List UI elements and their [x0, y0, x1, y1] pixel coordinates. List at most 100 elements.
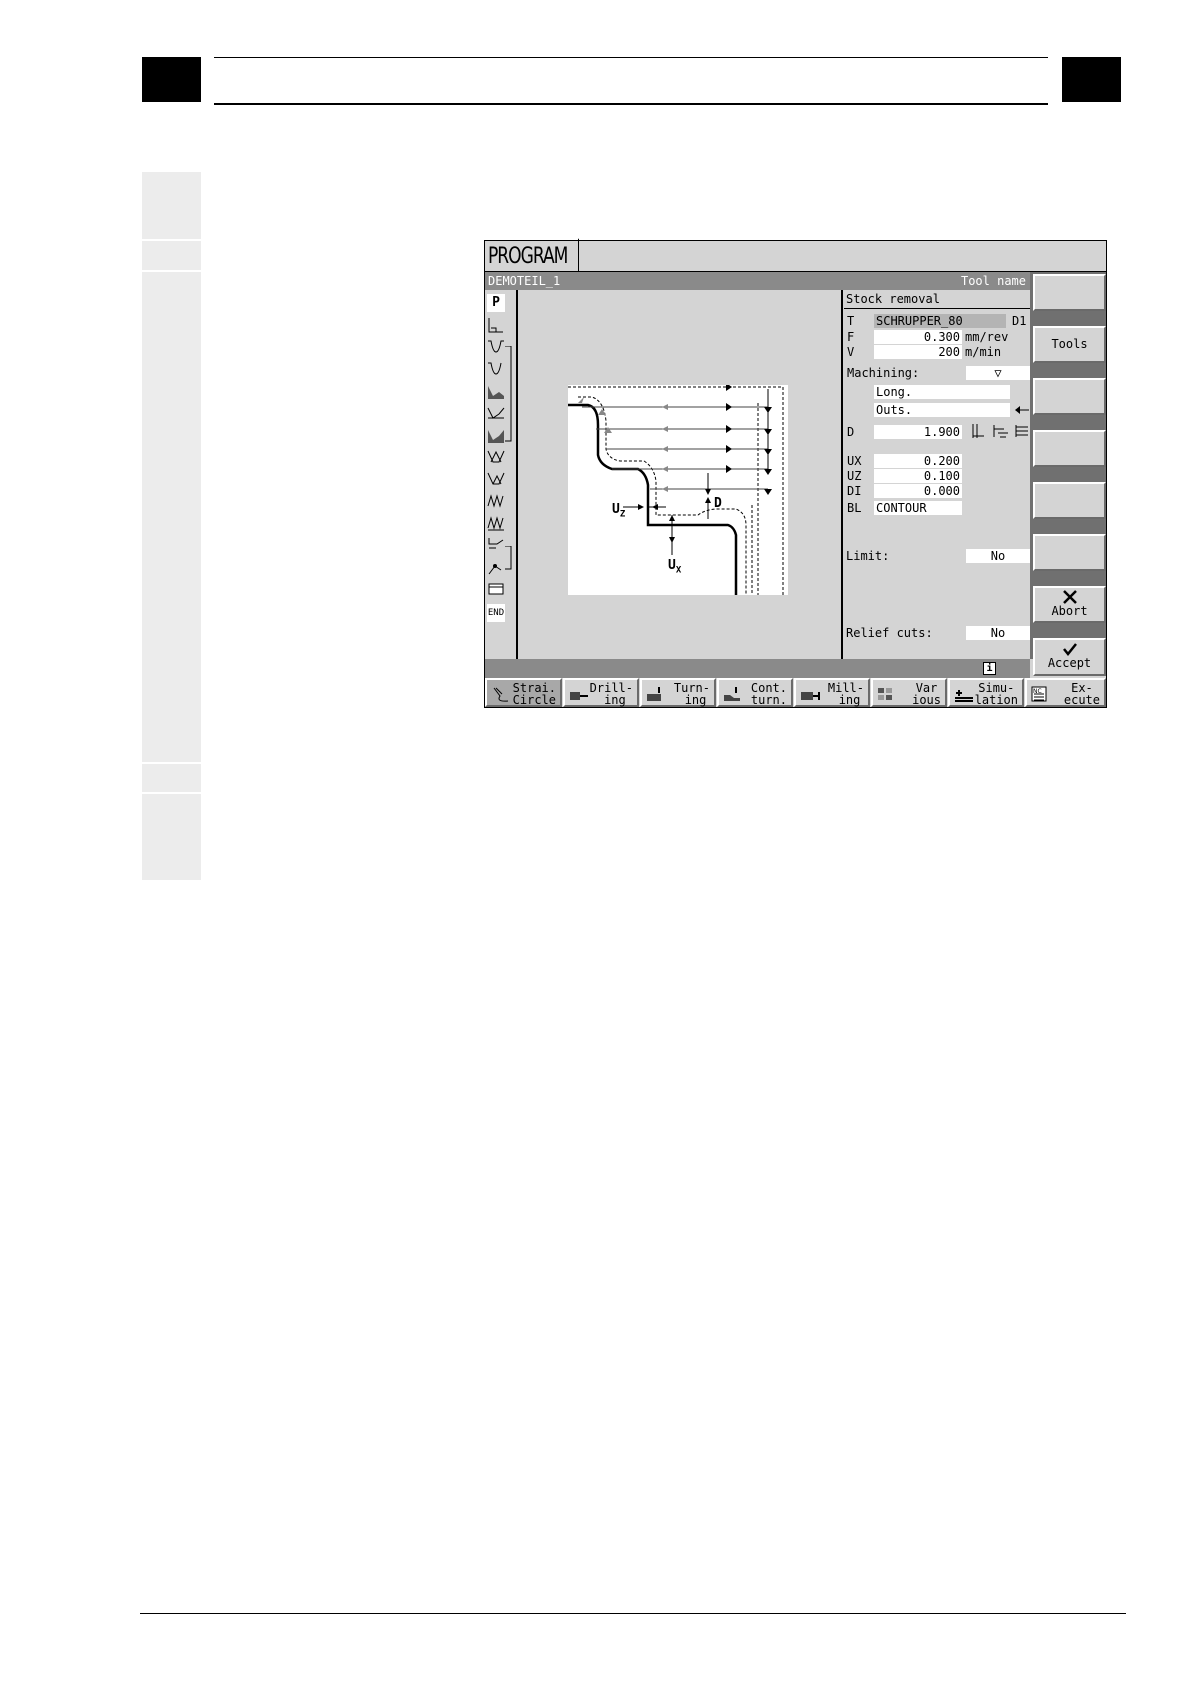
machining-mode-field[interactable]: Long.: [874, 385, 1010, 399]
infeed-mode-icons[interactable]: [970, 423, 1030, 439]
softkey-v4[interactable]: [1033, 430, 1106, 467]
groove-icon[interactable]: [487, 338, 505, 356]
x-icon: [1062, 590, 1077, 604]
title-bar: PROGRAM: [485, 238, 1106, 274]
check-icon: [1062, 643, 1077, 656]
milling-icon: [801, 692, 820, 700]
parameter-form: Stock removal T SCHRUPPER_80 D1 F 0.300 …: [844, 290, 1031, 659]
nc-execute-icon: NC: [1031, 686, 1047, 702]
various-icon: [878, 688, 892, 700]
speed-field[interactable]: 200: [874, 345, 962, 359]
milling-softkey[interactable]: Mill- ing: [794, 678, 870, 707]
limit-label: Limit:: [846, 549, 890, 563]
d-param-label: D: [847, 425, 855, 439]
arrow-left-icon: [1015, 406, 1029, 414]
line-circle-icon: [493, 687, 509, 702]
limit-select[interactable]: No: [966, 549, 1030, 563]
blank-field[interactable]: CONTOUR: [874, 501, 962, 515]
undercut-icon-2[interactable]: [487, 404, 505, 422]
machining-label: Machining:: [847, 366, 920, 380]
contour-icon[interactable]: [487, 558, 505, 576]
contour-turning-softkey[interactable]: Cont. turn.: [717, 678, 793, 707]
tools-softkey[interactable]: Tools: [1033, 326, 1106, 363]
cut-off-icon[interactable]: [487, 536, 505, 554]
v-label: V: [847, 345, 855, 359]
undercut-icon[interactable]: [487, 382, 505, 400]
footer-line: [140, 1613, 1126, 1614]
abort-softkey[interactable]: Abort: [1033, 586, 1106, 623]
uz-field[interactable]: 0.100: [874, 469, 962, 483]
simulation-label: Simu- lation: [974, 681, 1018, 707]
softkey-v3[interactable]: [1033, 378, 1106, 415]
relief-cuts-select[interactable]: No: [966, 626, 1030, 640]
thread-icon-2[interactable]: [487, 470, 505, 488]
groove-icon-2[interactable]: [487, 360, 505, 378]
uz-param-label: UZ: [847, 469, 862, 483]
thread-icon[interactable]: [487, 448, 505, 466]
infeed-depth-field[interactable]: 1.900: [874, 425, 962, 439]
drilling-softkey[interactable]: Drill- ing: [563, 678, 639, 707]
tool-name-field[interactable]: SCHRUPPER_80: [874, 314, 1006, 328]
header-block-left: [142, 57, 201, 102]
side-tab-sep-1: [142, 239, 201, 241]
side-tab-sep-2: [142, 270, 201, 272]
help-graphic-area: UZ D UX: [518, 290, 843, 659]
form-title: Stock removal: [846, 292, 940, 306]
relief-cuts-label: Relief cuts:: [846, 626, 933, 640]
turning-icon: [647, 687, 661, 701]
softkey-v1[interactable]: [1033, 274, 1106, 311]
field-hint: Tool name: [960, 274, 1026, 288]
drill-icon: [570, 692, 588, 700]
graphic-form-divider: [841, 290, 843, 659]
block-icon[interactable]: [487, 580, 505, 598]
ux-param-label: UX: [847, 454, 862, 468]
status-bar: DEMOTEIL_1 Tool name: [485, 272, 1030, 290]
accept-softkey[interactable]: Accept: [1033, 638, 1106, 676]
header-block-right: [1062, 57, 1121, 102]
di-field[interactable]: 0.000: [874, 484, 962, 498]
turning-softkey[interactable]: Turn- ing: [640, 678, 716, 707]
strai-circle-label: Strai. Circle: [512, 681, 556, 707]
execute-softkey[interactable]: NC Ex- ecute: [1025, 678, 1106, 707]
various-softkey[interactable]: Var ious: [871, 678, 947, 707]
program-end-icon[interactable]: END: [487, 604, 505, 622]
side-tab-sep-3: [142, 762, 201, 764]
di-param-label: DI: [847, 484, 862, 498]
f-label: F: [847, 330, 855, 344]
feed-field[interactable]: 0.300: [874, 330, 962, 344]
thread-cut-icon[interactable]: [487, 492, 505, 510]
header-line-bottom: [214, 103, 1048, 105]
drilling-label: Drill- ing: [589, 681, 633, 707]
group-bracket-2: [505, 546, 512, 570]
side-tab-sep-4: [142, 792, 201, 794]
message-strip: [485, 659, 1030, 678]
softkey-v5[interactable]: [1033, 482, 1106, 519]
softkey-v6[interactable]: [1033, 534, 1106, 571]
side-tab-strip: [142, 172, 201, 880]
program-header-icon[interactable]: P: [487, 294, 505, 312]
machining-select[interactable]: ▽: [966, 366, 1030, 380]
contour-turning-icon: [724, 687, 740, 701]
cnc-screen: PROGRAM DEMOTEIL_1 Tool name P END UZ D …: [484, 238, 1107, 708]
end-stock-icon[interactable]: [487, 316, 505, 334]
uz-label: UZ: [612, 502, 626, 520]
contour-turning-label: Cont. turn.: [750, 681, 787, 707]
form-title-rule: [844, 308, 1031, 309]
d-label: D: [714, 496, 722, 511]
undercut-icon-3[interactable]: [487, 426, 505, 444]
ux-label: UX: [668, 558, 682, 576]
ux-field[interactable]: 0.200: [874, 454, 962, 468]
thread-chain-icon[interactable]: [487, 514, 505, 532]
cycle-icon-column: P END: [485, 290, 518, 659]
group-bracket-1: [505, 346, 512, 442]
execute-label: Ex- ecute: [1063, 681, 1100, 707]
simulation-softkey[interactable]: Simu- lation: [948, 678, 1024, 707]
info-icon[interactable]: i: [983, 662, 996, 675]
speed-unit: m/min: [965, 345, 1002, 359]
abort-label: Abort: [1051, 604, 1088, 618]
simulation-icon: [955, 690, 973, 702]
machining-side-field[interactable]: Outs.: [874, 403, 1010, 417]
strai-circle-softkey[interactable]: Strai. Circle: [485, 678, 562, 707]
program-name: DEMOTEIL_1: [488, 274, 561, 288]
t-label: T: [847, 314, 855, 328]
